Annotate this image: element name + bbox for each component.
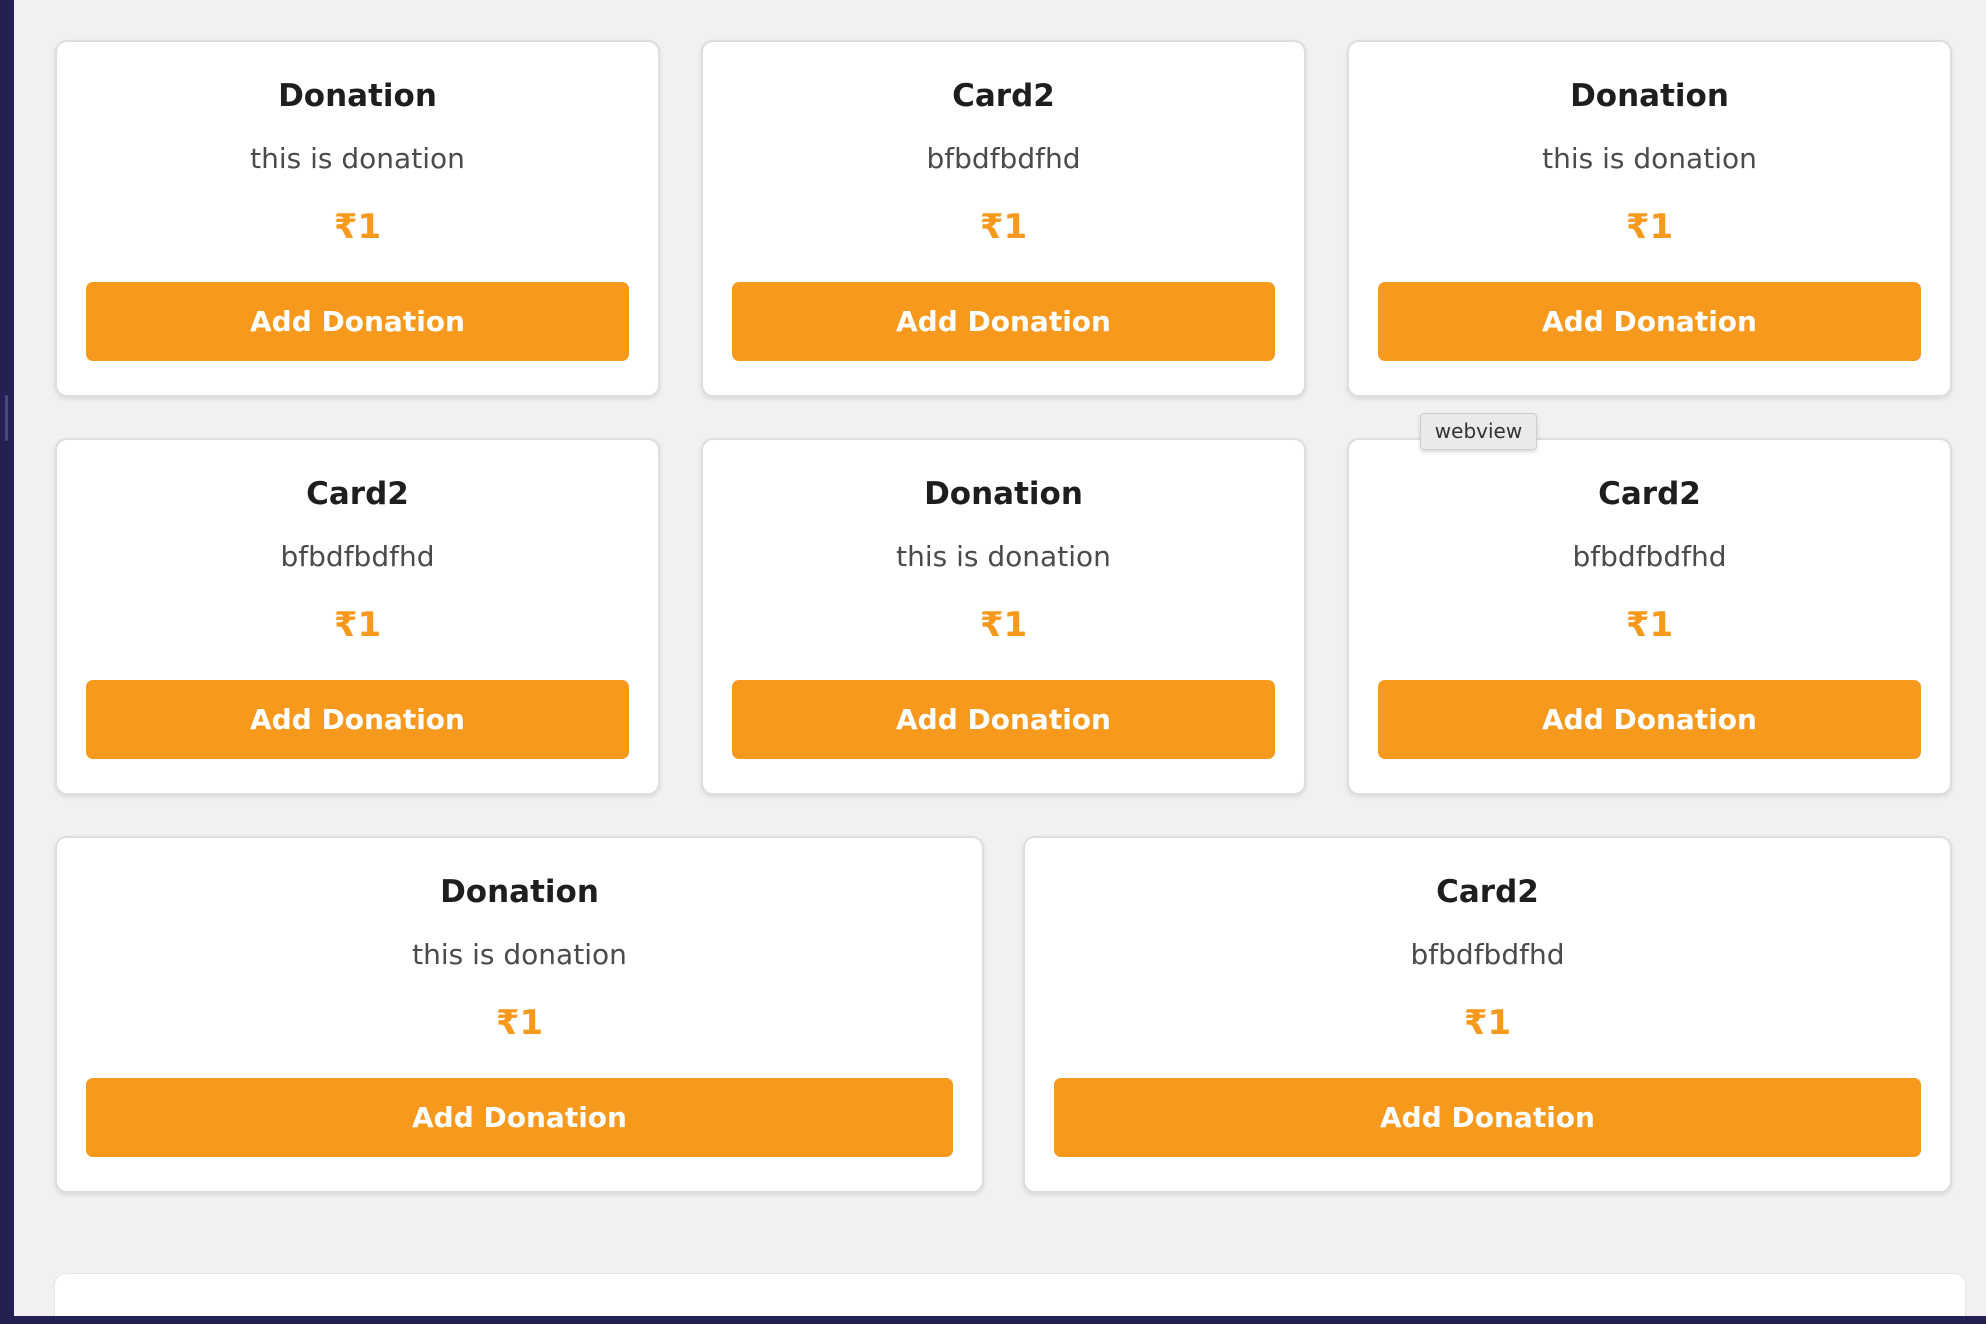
card-description: bfbdfbdfhd <box>1572 540 1727 573</box>
card-title: Donation <box>1570 78 1729 114</box>
add-donation-button[interactable]: Add Donation <box>1054 1078 1921 1157</box>
card-description: bfbdfbdfhd <box>1410 938 1565 971</box>
card-title: Donation <box>440 874 599 910</box>
donation-card: Card2 bfbdfbdfhd ₹1 Add Donation <box>1023 836 1952 1193</box>
card-price: ₹1 <box>333 207 382 247</box>
add-donation-button[interactable]: Add Donation <box>86 282 629 361</box>
donation-card: Donation this is donation ₹1 Add Donatio… <box>1347 40 1952 397</box>
card-description: bfbdfbdfhd <box>926 142 1081 175</box>
card-title: Donation <box>278 78 437 114</box>
card-price: ₹1 <box>1625 605 1674 645</box>
webview-tooltip: webview <box>1420 413 1537 450</box>
card-description: this is donation <box>250 142 465 175</box>
card-price: ₹1 <box>1463 1003 1512 1043</box>
resize-grip-handle[interactable] <box>5 395 8 441</box>
card-price: ₹1 <box>979 605 1028 645</box>
add-donation-button[interactable]: Add Donation <box>732 680 1275 759</box>
card-price: ₹1 <box>495 1003 544 1043</box>
card-title: Card2 <box>306 476 409 512</box>
donation-card: Donation this is donation ₹1 Add Donatio… <box>55 836 984 1193</box>
add-donation-button[interactable]: Add Donation <box>86 680 629 759</box>
card-title: Card2 <box>1436 874 1539 910</box>
card-description: this is donation <box>412 938 627 971</box>
window-left-edge <box>0 0 14 1324</box>
add-donation-button[interactable]: Add Donation <box>732 282 1275 361</box>
donation-card: Card2 bfbdfbdfhd ₹1 Add Donation <box>55 438 660 795</box>
card-price: ₹1 <box>1625 207 1674 247</box>
card-price: ₹1 <box>333 605 382 645</box>
webview-content: Donation this is donation ₹1 Add Donatio… <box>14 0 1986 1316</box>
card-price: ₹1 <box>979 207 1028 247</box>
donation-card: Donation this is donation ₹1 Add Donatio… <box>55 40 660 397</box>
card-description: this is donation <box>896 540 1111 573</box>
card-description: bfbdfbdfhd <box>280 540 435 573</box>
add-donation-button[interactable]: Add Donation <box>1378 282 1921 361</box>
donation-card: Card2 bfbdfbdfhd ₹1 Add Donation <box>701 40 1306 397</box>
card-title: Card2 <box>952 78 1055 114</box>
window-bottom-edge <box>0 1316 1986 1324</box>
bottom-panel <box>54 1273 1966 1316</box>
add-donation-button[interactable]: Add Donation <box>86 1078 953 1157</box>
card-title: Card2 <box>1598 476 1701 512</box>
card-description: this is donation <box>1542 142 1757 175</box>
card-title: Donation <box>924 476 1083 512</box>
donation-card: Card2 bfbdfbdfhd ₹1 Add Donation <box>1347 438 1952 795</box>
add-donation-button[interactable]: Add Donation <box>1378 680 1921 759</box>
donation-card: Donation this is donation ₹1 Add Donatio… <box>701 438 1306 795</box>
